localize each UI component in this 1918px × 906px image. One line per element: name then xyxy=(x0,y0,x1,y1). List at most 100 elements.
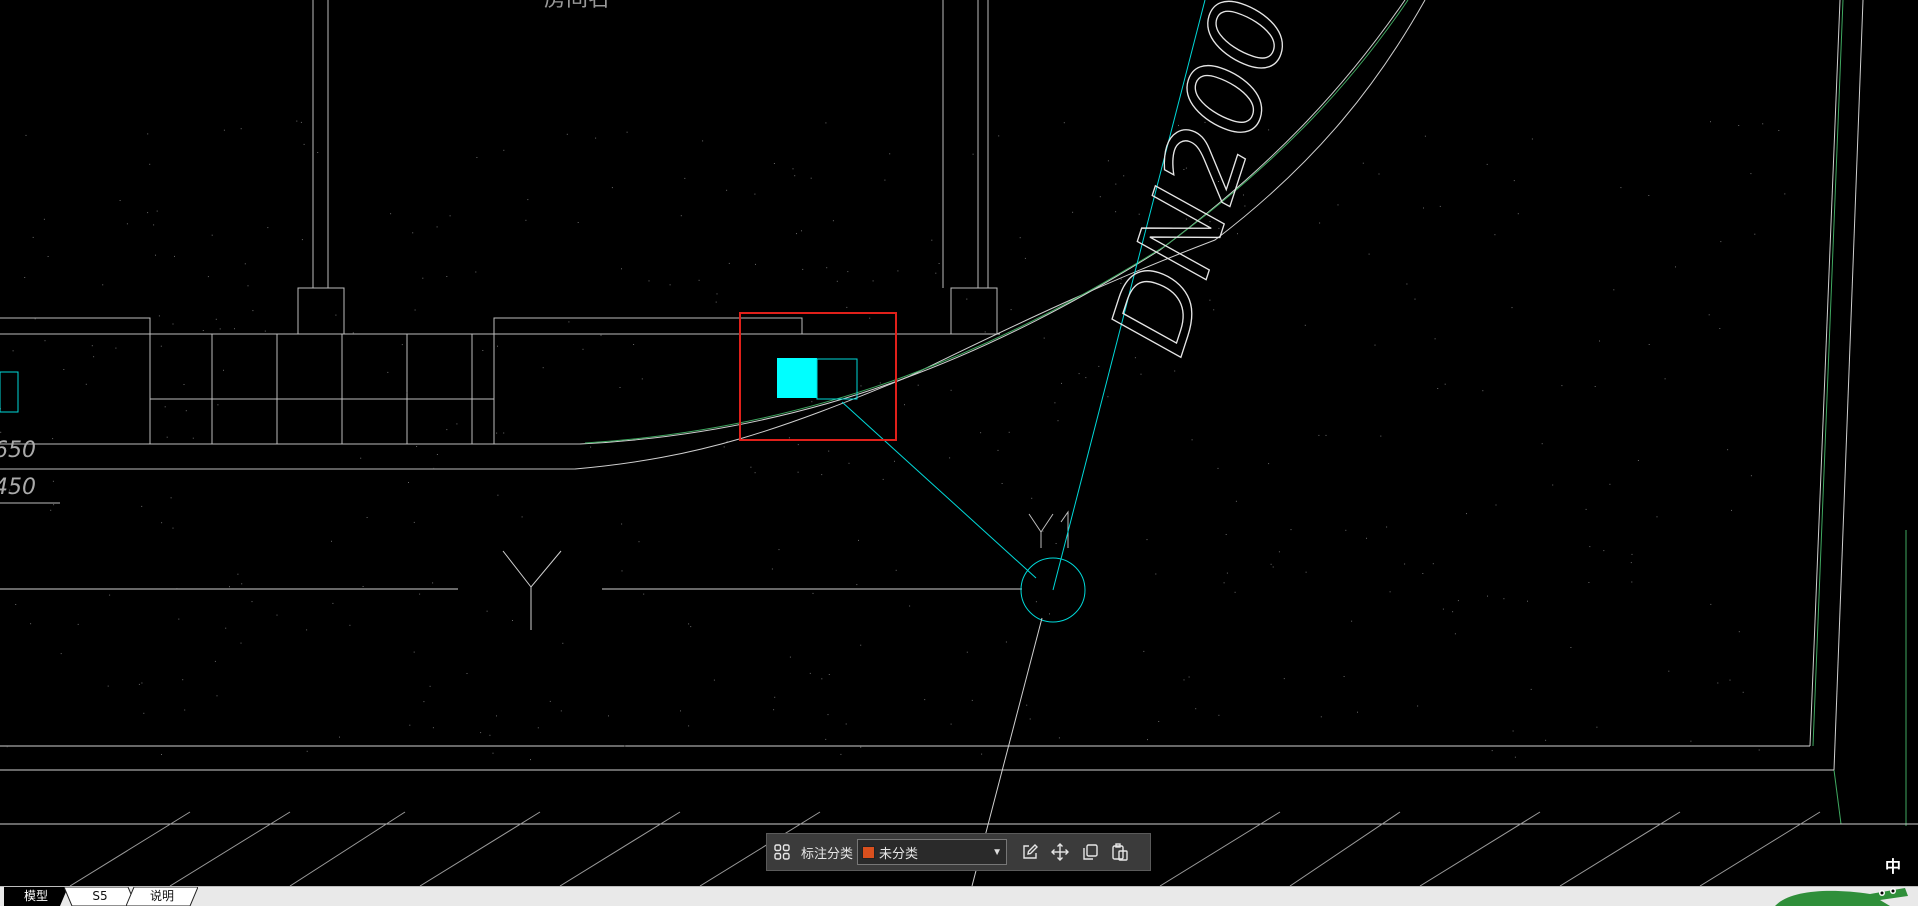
texture-dot xyxy=(1439,205,1441,207)
texture-dot xyxy=(1594,386,1596,387)
copy-annotation-button[interactable] xyxy=(1075,837,1105,867)
category-grid-button[interactable] xyxy=(767,837,797,867)
texture-dot xyxy=(296,120,298,122)
texture-dot xyxy=(446,429,448,431)
texture-dot xyxy=(931,239,933,241)
texture-dot xyxy=(884,179,886,181)
texture-dot xyxy=(1434,338,1436,340)
texture-dot xyxy=(1389,591,1391,593)
texture-dot xyxy=(1223,582,1225,584)
texture-dot xyxy=(303,143,305,145)
texture-dot xyxy=(317,152,319,153)
texture-dot xyxy=(577,222,579,223)
texture-dot xyxy=(419,593,421,595)
texture-dot xyxy=(1784,193,1786,195)
texture-dot xyxy=(1487,595,1488,597)
texture-dot xyxy=(1710,121,1711,123)
texture-dot xyxy=(688,725,690,727)
texture-dot xyxy=(723,446,725,448)
texture-dot xyxy=(771,568,773,570)
texture-dot xyxy=(1218,714,1220,716)
texture-dot xyxy=(840,753,842,755)
texture-dot xyxy=(423,701,425,703)
tab-notes[interactable]: 说明 xyxy=(126,887,198,906)
room-label-fragment: 房间名 xyxy=(544,0,610,12)
texture-dot xyxy=(1444,383,1446,385)
texture-dot xyxy=(879,382,881,384)
texture-dot xyxy=(466,673,468,674)
texture-dot xyxy=(889,153,891,155)
texture-dot xyxy=(560,710,562,712)
texture-dot xyxy=(12,350,14,352)
texture-dot xyxy=(527,199,529,201)
texture-dot xyxy=(1631,553,1633,555)
texture-dot xyxy=(680,710,681,712)
texture-dot xyxy=(91,345,93,347)
texture-dot xyxy=(1454,633,1456,635)
texture-dot xyxy=(1414,298,1416,300)
ime-indicator[interactable]: 中 xyxy=(1882,856,1904,878)
texture-dot xyxy=(115,347,117,349)
texture-dot xyxy=(6,746,8,748)
texture-dot xyxy=(207,276,209,278)
texture-dot xyxy=(1085,377,1087,379)
texture-dot xyxy=(1055,543,1057,544)
texture-dot xyxy=(802,268,804,270)
texture-dot xyxy=(1063,122,1065,124)
texture-dot xyxy=(409,724,411,726)
texture-dot xyxy=(349,624,351,626)
texture-dot xyxy=(47,256,49,257)
texture-dot xyxy=(156,210,158,212)
move-icon xyxy=(1051,843,1070,861)
texture-dot xyxy=(1720,241,1722,243)
move-annotation-button[interactable] xyxy=(1045,837,1075,867)
texture-dot xyxy=(149,163,151,165)
texture-dot xyxy=(215,318,217,320)
texture-dot xyxy=(1613,289,1615,291)
selection-highlight[interactable] xyxy=(739,312,897,441)
texture-dot xyxy=(600,334,602,336)
texture-dot xyxy=(432,582,434,584)
texture-dot xyxy=(716,293,718,295)
texture-dot xyxy=(726,440,728,442)
edit-annotation-button[interactable] xyxy=(1015,837,1045,867)
inspection-well[interactable] xyxy=(777,358,858,400)
texture-dot xyxy=(1727,449,1729,451)
category-select[interactable]: 未分类 ▼ xyxy=(857,839,1008,865)
texture-dot xyxy=(1710,603,1712,605)
texture-dot xyxy=(1057,420,1059,422)
texture-dot xyxy=(1378,173,1380,175)
texture-dot xyxy=(917,384,919,386)
layout-tab-bar: 模型 S5 说明 xyxy=(0,886,1918,906)
texture-dot xyxy=(1351,620,1353,622)
texture-dot xyxy=(1235,500,1237,502)
texture-dot xyxy=(641,378,643,380)
texture-dot xyxy=(1588,582,1590,583)
texture-dot xyxy=(869,317,871,319)
texture-dot xyxy=(34,318,36,320)
texture-dot xyxy=(788,437,790,439)
texture-dot xyxy=(897,270,899,272)
texture-dot xyxy=(825,122,827,124)
texture-dot xyxy=(797,471,799,473)
texture-dot xyxy=(812,592,814,594)
y1-label-glyph xyxy=(1028,510,1069,548)
texture-dot xyxy=(827,714,829,716)
tab-model[interactable]: 模型 xyxy=(4,887,68,906)
texture-dot xyxy=(164,406,166,408)
texture-dot xyxy=(1452,611,1454,613)
texture-dot xyxy=(1155,573,1157,575)
texture-dot xyxy=(1631,581,1633,583)
texture-dot xyxy=(1417,705,1419,707)
texture-dot xyxy=(1345,529,1347,531)
texture-dot xyxy=(1319,222,1321,224)
paste-annotation-button[interactable] xyxy=(1105,837,1135,867)
texture-dot xyxy=(1527,600,1528,602)
texture-dot xyxy=(52,438,54,440)
texture-dot xyxy=(401,344,403,346)
texture-dot xyxy=(726,189,728,191)
texture-dot xyxy=(160,345,162,347)
cad-drawing-canvas[interactable]: 房间名 650 450 DN200 xyxy=(0,0,1918,886)
texture-dot xyxy=(648,280,650,282)
category-label: 标注分类 xyxy=(801,846,854,862)
